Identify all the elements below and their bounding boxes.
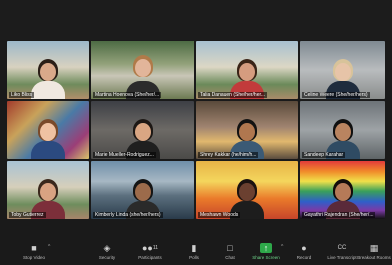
participant-video <box>125 119 160 159</box>
participant-tile-active-speaker[interactable]: Martina Hoenova (She/her/... <box>91 41 194 99</box>
chat-icon: □ <box>227 243 233 253</box>
participant-video <box>31 119 65 159</box>
participant-name: Martina Hoenova (She/her/... <box>93 92 162 98</box>
polls-button[interactable]: ▮ Polls <box>182 243 206 263</box>
participant-video <box>230 119 264 159</box>
participant-video <box>325 179 360 219</box>
participant-video <box>125 179 160 219</box>
participant-tile[interactable]: Sandeep Karahar <box>300 101 385 159</box>
breakout-rooms-button[interactable]: ▦ Breakout Rooms <box>356 243 392 263</box>
meeting-controls-toolbar: ■ Stop Video ^ ◈ Security ●●11 Participa… <box>0 240 392 265</box>
participant-tile[interactable]: Toby Gutierrez <box>7 161 89 219</box>
participant-tile[interactable]: Liko Bliss <box>7 41 89 99</box>
record-button[interactable]: ● Record <box>290 243 318 263</box>
participant-video <box>125 55 160 99</box>
participant-video <box>325 119 360 159</box>
participants-button[interactable]: ●●11 Participants <box>128 243 172 263</box>
video-camera-icon: ■ <box>31 243 37 253</box>
participant-name: Liko Bliss <box>9 92 35 98</box>
shield-icon: ◈ <box>103 243 111 253</box>
participant-tile[interactable]: Meshawn Woods <box>196 161 298 219</box>
record-icon: ● <box>301 243 307 253</box>
share-screen-button[interactable]: ↑ Share Screen <box>246 243 286 263</box>
participant-name: Celine Weere (She/her/hers) <box>302 92 370 98</box>
participant-tile[interactable] <box>7 101 89 159</box>
participant-video <box>230 179 264 219</box>
cc-icon: CC <box>337 245 347 251</box>
participant-tile[interactable]: Shrey Kakkar (he/him/h... <box>196 101 298 159</box>
participant-name: Gayathri Rajendran (She/her/... <box>302 212 376 218</box>
participant-tile[interactable]: Celine Weere (She/her/hers) <box>300 41 385 99</box>
chevron-up-icon[interactable]: ^ <box>281 244 283 250</box>
chevron-up-icon[interactable]: ^ <box>48 244 50 250</box>
participant-name: Toby Gutierrez <box>9 212 46 218</box>
participant-video <box>230 59 264 99</box>
participant-tile[interactable]: Gayathri Rajendran (She/her/... <box>300 161 385 219</box>
participant-video <box>31 179 65 219</box>
participant-video <box>325 59 360 99</box>
share-screen-icon: ↑ <box>260 243 272 253</box>
chat-button[interactable]: □ Chat <box>218 243 242 263</box>
participant-tile[interactable]: Talia Danauen (She/her/her... <box>196 41 298 99</box>
breakout-rooms-icon: ▦ <box>369 243 379 253</box>
polls-icon: ▮ <box>191 243 197 253</box>
participant-name: Kimberly Linda (she/her/hers) <box>93 212 163 218</box>
participant-name: Sandeep Karahar <box>302 152 346 158</box>
participant-name: Meshawn Woods <box>198 212 241 218</box>
gallery-view: Liko Bliss Martina Hoenova (She/her/... … <box>0 40 392 222</box>
participant-video <box>31 59 65 99</box>
meeting-top-bar <box>0 0 392 40</box>
participant-tile[interactable]: Marie Mueller-Rodriguez... <box>91 101 194 159</box>
security-button[interactable]: ◈ Security <box>90 243 124 263</box>
participant-name: Shrey Kakkar (he/him/h... <box>198 152 259 158</box>
participant-name: Talia Danauen (She/her/her... <box>198 92 268 98</box>
participant-tile[interactable]: Kimberly Linda (she/her/hers) <box>91 161 194 219</box>
participant-name: Marie Mueller-Rodriguez... <box>93 152 156 158</box>
participants-icon: ●●11 <box>141 243 159 253</box>
